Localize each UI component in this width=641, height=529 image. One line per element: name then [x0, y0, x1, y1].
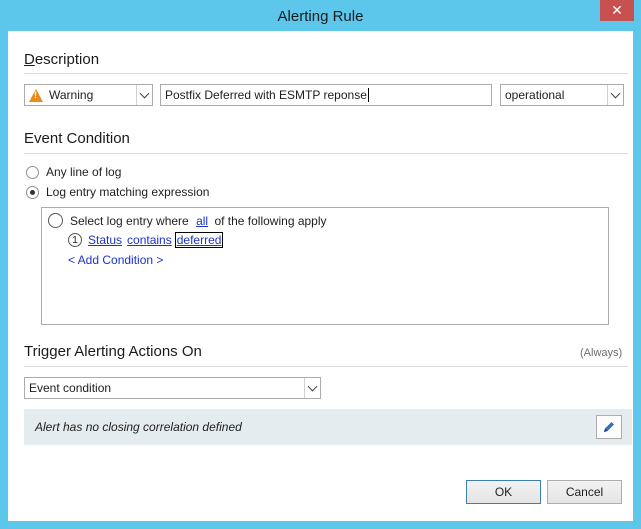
category-dropdown-arrow[interactable] [607, 85, 623, 105]
trigger-heading: Trigger Alerting Actions On [24, 343, 202, 360]
severity-dropdown-arrow[interactable] [136, 85, 152, 105]
chevron-down-icon [139, 88, 150, 98]
quantifier-link[interactable]: all [196, 214, 208, 228]
close-icon: ✕ [611, 2, 623, 18]
trigger-mode-dropdown-arrow[interactable] [304, 378, 320, 398]
dialog-window: Alerting Rule ✕ Description Warning Post… [0, 0, 641, 529]
condition-row: 1 Status contains deferred [68, 232, 224, 248]
rule-suffix: of the following apply [214, 213, 327, 228]
any-line-radio[interactable] [26, 165, 39, 179]
rule-header-row: Select log entry where all of the follow… [48, 213, 327, 228]
severity-value: Warning [49, 88, 94, 102]
trigger-divider [24, 366, 628, 367]
chevron-down-icon [610, 88, 621, 98]
any-line-option[interactable]: Any line of log [26, 165, 121, 179]
chevron-down-icon [307, 381, 318, 391]
condition-value-link[interactable]: deferred [174, 232, 224, 248]
warning-icon [29, 88, 43, 102]
condition-operator-link[interactable]: contains [127, 233, 172, 247]
pencil-icon [604, 422, 614, 432]
rule-group-radio[interactable] [48, 213, 63, 228]
description-heading: Description [24, 51, 100, 68]
event-condition-heading: Event Condition [24, 130, 130, 147]
matching-expression-label: Log entry matching expression [46, 185, 210, 199]
any-line-label: Any line of log [46, 165, 122, 179]
description-divider [24, 73, 628, 74]
ok-button[interactable]: OK [466, 480, 541, 504]
category-value: operational [505, 88, 565, 102]
trigger-mode-select[interactable]: Event condition [24, 377, 321, 399]
closing-correlation-text: Alert has no closing correlation defined [35, 420, 242, 434]
window-title: Alerting Rule [277, 8, 364, 25]
severity-select[interactable]: Warning [24, 84, 153, 106]
trigger-mode-value: Event condition [29, 381, 112, 395]
event-condition-divider [24, 153, 628, 154]
dialog-content: Description Warning Postfix Deferred wit… [8, 31, 633, 521]
rule-name-input[interactable]: Postfix Deferred with ESMTP reponse [160, 84, 492, 106]
cancel-button[interactable]: Cancel [547, 480, 622, 504]
trigger-note: (Always) [580, 347, 623, 359]
edit-correlation-button[interactable] [596, 415, 622, 439]
rule-prefix: Select log entry where [70, 213, 189, 228]
rule-name-value: Postfix Deferred with ESMTP reponse [165, 88, 367, 102]
matching-expression-radio[interactable] [26, 185, 39, 199]
add-condition-link[interactable]: < Add Condition > [68, 253, 163, 267]
close-button[interactable]: ✕ [600, 0, 634, 21]
condition-editor[interactable]: Select log entry where all of the follow… [41, 207, 609, 325]
title-bar[interactable]: Alerting Rule ✕ [0, 0, 641, 32]
matching-expression-option[interactable]: Log entry matching expression [26, 185, 209, 199]
closing-correlation-bar: Alert has no closing correlation defined [24, 409, 632, 445]
condition-field-link[interactable]: Status [88, 233, 122, 247]
text-caret [367, 88, 369, 102]
category-select[interactable]: operational [500, 84, 624, 106]
condition-index-badge: 1 [68, 233, 82, 247]
